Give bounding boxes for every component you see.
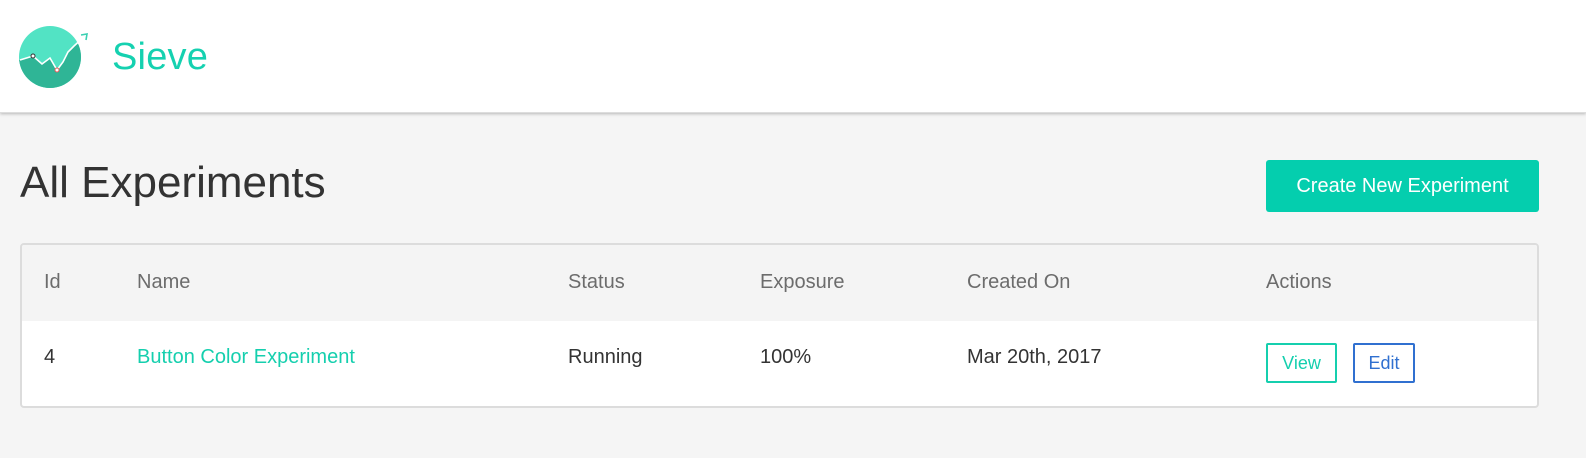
cell-created-on: Mar 20th, 2017 (967, 346, 1102, 368)
experiment-name-link[interactable]: Button Color Experiment (137, 346, 355, 369)
experiments-table: Id Name Status Exposure Created On Actio… (20, 243, 1539, 408)
top-navbar: Sieve (0, 0, 1586, 113)
row-actions: View Edit (1266, 343, 1415, 383)
column-header-actions: Actions (1266, 271, 1332, 293)
column-header-created-on: Created On (967, 271, 1071, 293)
column-header-status: Status (568, 271, 625, 293)
cell-status: Running (568, 346, 643, 368)
page-title: All Experiments (20, 158, 326, 207)
create-new-experiment-button[interactable]: Create New Experiment (1266, 160, 1539, 212)
column-header-exposure: Exposure (760, 271, 845, 293)
cell-id: 4 (44, 346, 56, 368)
trending-chart-logo-icon (19, 26, 88, 88)
edit-button[interactable]: Edit (1353, 343, 1415, 383)
column-header-id: Id (44, 271, 61, 293)
brand-home-link[interactable]: Sieve (19, 24, 208, 90)
brand-name: Sieve (112, 35, 209, 78)
cell-exposure: 100% (760, 346, 812, 368)
view-button[interactable]: View (1266, 343, 1337, 383)
table-header: Id Name Status Exposure Created On Actio… (22, 245, 1537, 321)
column-header-name: Name (137, 271, 191, 293)
